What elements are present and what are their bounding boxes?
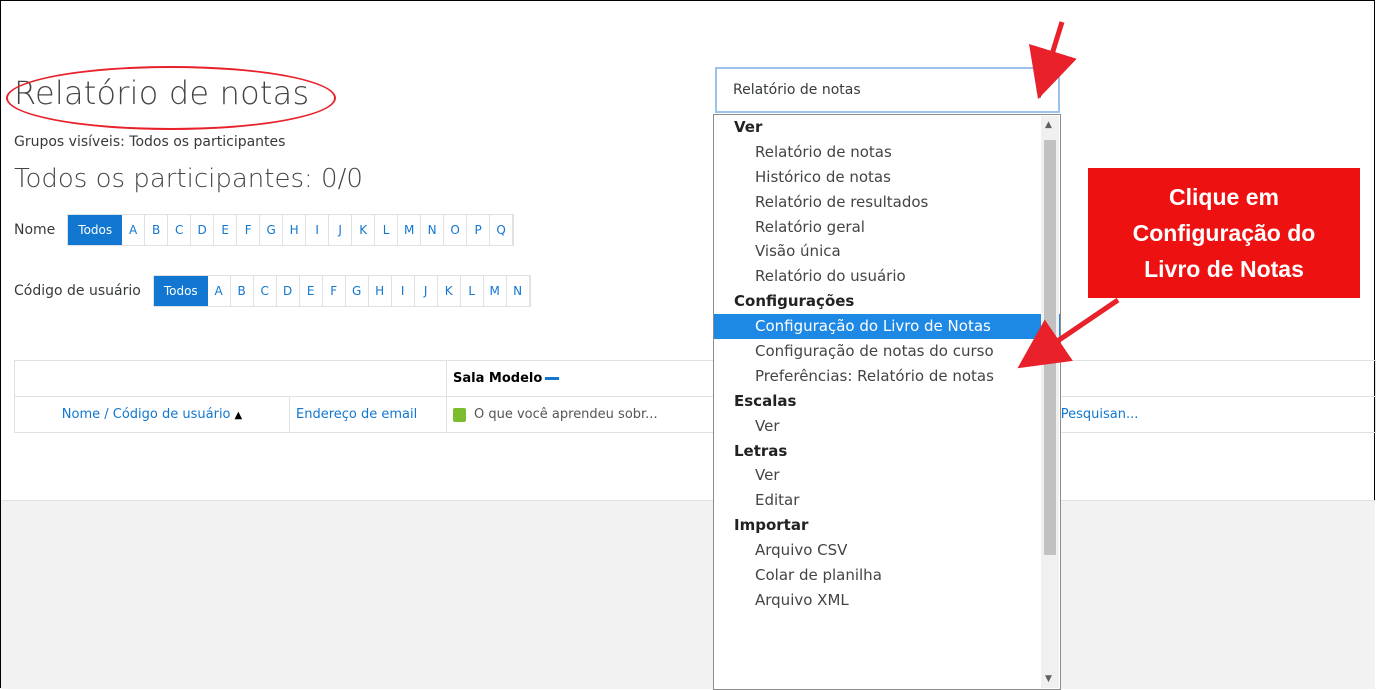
code-letter-k[interactable]: K xyxy=(438,276,461,306)
code-letter-j[interactable]: J xyxy=(415,276,438,306)
page-footer-area xyxy=(1,500,1375,689)
dropdown-option[interactable]: Arquivo XML xyxy=(714,588,1060,613)
callout-line-1: Clique em xyxy=(1169,184,1279,210)
visible-groups-label: Grupos visíveis: Todos os participantes xyxy=(14,134,286,150)
dropdown-option[interactable]: Configuração de notas do curso xyxy=(714,339,1060,364)
name-sort-link[interactable]: Nome / Código de usuário xyxy=(62,407,231,422)
table-header-row-columns: Nome / Código de usuário ▲ Endereço de em… xyxy=(14,396,1376,433)
scroll-down-icon[interactable]: ▼ xyxy=(1045,674,1052,684)
name-letter-n[interactable]: N xyxy=(421,215,445,245)
dropdown-option[interactable]: Colar de planilha xyxy=(714,563,1060,588)
name-initials-bar: Nome Todos ABCDEFGHIJKLMNOPQ xyxy=(14,214,515,246)
name-letter-l[interactable]: L xyxy=(375,215,399,245)
collapse-icon[interactable] xyxy=(545,377,560,380)
course-name: Sala Modelo xyxy=(453,371,543,386)
dropdown-arrow-icon[interactable]: ▲ ▼ xyxy=(1036,81,1044,100)
dropdown-option[interactable]: Visão única xyxy=(714,239,1060,264)
quiz-icon xyxy=(453,407,466,422)
code-letter-i[interactable]: I xyxy=(392,276,415,306)
name-letter-q[interactable]: Q xyxy=(490,215,514,245)
quiz-column-label[interactable]: O que você aprendeu sobr... xyxy=(474,407,658,422)
dropdown-option[interactable]: Relatório de notas xyxy=(714,140,1060,165)
name-letter-a[interactable]: A xyxy=(122,215,146,245)
code-letter-list: Todos ABCDEFGHIJKLMN xyxy=(152,275,531,307)
dropdown-option[interactable]: Relatório geral xyxy=(714,215,1060,240)
name-letter-d[interactable]: D xyxy=(191,215,215,245)
title-highlight-ellipse xyxy=(6,66,336,130)
code-letter-g[interactable]: G xyxy=(346,276,369,306)
report-select-value: Relatório de notas xyxy=(733,82,861,98)
dropdown-group-label: Escalas xyxy=(734,391,797,410)
name-letter-p[interactable]: P xyxy=(467,215,491,245)
name-letter-e[interactable]: E xyxy=(214,215,238,245)
sort-up-icon[interactable]: ▲ xyxy=(235,410,243,421)
code-letter-d[interactable]: D xyxy=(277,276,300,306)
participants-heading: Todos os participantes: 0/0 xyxy=(14,164,363,194)
dropdown-option[interactable]: Configuração do Livro de Notas xyxy=(714,314,1060,340)
code-letter-b[interactable]: B xyxy=(231,276,254,306)
code-letter-f[interactable]: F xyxy=(323,276,346,306)
scrollbar-thumb[interactable] xyxy=(1044,140,1056,555)
name-letter-h[interactable]: H xyxy=(283,215,307,245)
name-letter-k[interactable]: K xyxy=(352,215,376,245)
report-select-dropdown: Ver Relatório de notas Histórico de notas R… xyxy=(713,114,1061,690)
code-letter-m[interactable]: M xyxy=(484,276,507,306)
name-letter-o[interactable]: O xyxy=(444,215,468,245)
dropdown-option[interactable]: Preferências: Relatório de notas xyxy=(714,364,1060,389)
code-letter-l[interactable]: L xyxy=(461,276,484,306)
email-sort-link[interactable]: Endereço de email xyxy=(296,407,417,422)
dropdown-option[interactable]: Relatório do usuário xyxy=(714,264,1060,289)
report-select[interactable]: Relatório de notas ▲ ▼ xyxy=(715,67,1060,113)
name-letter-f[interactable]: F xyxy=(237,215,261,245)
email-column-header: Endereço de email xyxy=(289,396,447,433)
empty-header-cell xyxy=(14,360,447,397)
dropdown-group-label: Ver xyxy=(734,118,763,136)
dropdown-scrollbar[interactable]: ▲ ▼ xyxy=(1041,116,1059,688)
name-letter-m[interactable]: M xyxy=(398,215,422,245)
instruction-callout: Clique em Configuração do Livro de Notas xyxy=(1088,168,1360,298)
name-letter-b[interactable]: B xyxy=(145,215,169,245)
dropdown-group-label: Importar xyxy=(734,516,809,535)
dropdown-option[interactable]: Histórico de notas xyxy=(714,165,1060,190)
dropdown-group-label: Letras xyxy=(734,441,788,460)
callout-line-2: Configuração do xyxy=(1132,220,1316,246)
name-letter-g[interactable]: G xyxy=(260,215,284,245)
name-filter-label: Nome xyxy=(14,222,56,238)
name-letter-c[interactable]: C xyxy=(168,215,192,245)
table-header-row-course: Sala Modelo xyxy=(14,360,1376,397)
code-letter-h[interactable]: H xyxy=(369,276,392,306)
name-letter-j[interactable]: J xyxy=(329,215,353,245)
scroll-up-icon[interactable]: ▲ xyxy=(1045,120,1052,130)
dropdown-option-list: Ver Relatório de notas Histórico de notas R… xyxy=(714,115,1060,613)
name-filter-all[interactable]: Todos xyxy=(68,215,123,245)
dropdown-option[interactable]: Ver xyxy=(714,414,1060,439)
dropdown-option[interactable]: Arquivo CSV xyxy=(714,538,1060,563)
name-letter-i[interactable]: I xyxy=(306,215,330,245)
code-filter-all[interactable]: Todos xyxy=(153,276,208,306)
user-code-initials-bar: Código de usuário Todos ABCDEFGHIJKLMN xyxy=(14,275,531,307)
code-letter-c[interactable]: C xyxy=(254,276,277,306)
dropdown-option[interactable]: Relatório de resultados xyxy=(714,190,1060,215)
code-letter-n[interactable]: N xyxy=(507,276,530,306)
dropdown-option[interactable]: Editar xyxy=(714,488,1060,513)
dropdown-group-label: Configurações xyxy=(734,292,855,311)
code-letter-a[interactable]: A xyxy=(208,276,231,306)
code-letter-e[interactable]: E xyxy=(300,276,323,306)
name-column-header: Nome / Código de usuário ▲ xyxy=(14,396,290,433)
name-letter-list: Todos ABCDEFGHIJKLMNOPQ xyxy=(67,214,515,246)
grader-table: Sala Modelo Nome / Código de usuário ▲ En… xyxy=(14,360,1376,433)
user-code-filter-label: Código de usuário xyxy=(14,283,141,299)
callout-line-3: Livro de Notas xyxy=(1144,256,1304,282)
dropdown-option[interactable]: Ver xyxy=(714,463,1060,488)
